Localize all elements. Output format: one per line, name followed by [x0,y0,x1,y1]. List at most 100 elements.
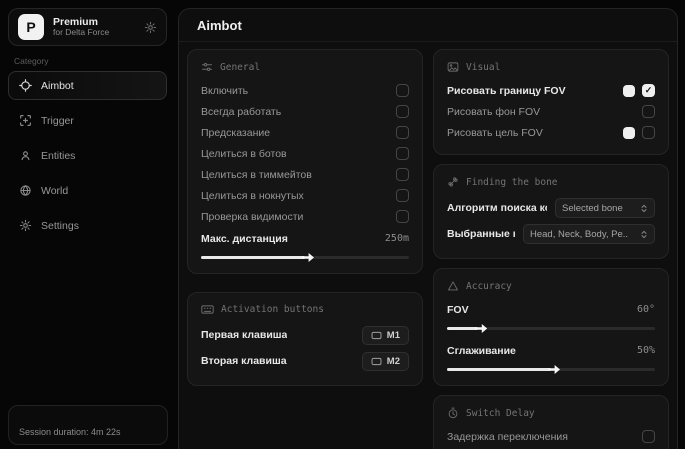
visual-row: Рисовать границу FOV [447,80,655,101]
panel-activation-buttons: Activation buttons Первая клавиша M1 Вто… [187,292,423,386]
keybind-row: Первая клавиша M1 [201,322,409,348]
visual-row: Рисовать цель FOV [447,122,655,143]
toggle-row: Проверка видимости [201,206,409,227]
toggle-label: Проверка видимости [201,211,303,223]
sidebar-item-settings[interactable]: Settings [8,211,167,240]
slider-track-area[interactable] [447,323,655,333]
select-value: Head, Neck, Body, Pe.. [530,229,628,240]
category-label: Category [14,56,161,66]
panel-switch-delay: Switch Delay Задержка переключения Задер… [433,395,669,449]
toggle-label: Целиться в ботов [201,148,287,160]
license-card: P Premium for Delta Force [8,8,167,46]
color-swatch[interactable] [623,127,635,139]
toggle-label: Всегда работать [201,106,281,118]
session-duration: Session duration: 4m 22s [8,405,168,445]
checkbox[interactable] [396,168,409,181]
toggle-label: Включить [201,85,248,97]
panel-title: General [220,62,260,73]
crosshair-icon [19,79,32,92]
slider-thumb[interactable] [302,253,314,262]
sidebar-item-world[interactable]: World [8,176,167,205]
toggle-row: Целиться в ботов [201,143,409,164]
panel-title: Accuracy [466,281,512,292]
toggle-row: Предсказание [201,122,409,143]
visual-label: Рисовать фон FOV [447,106,540,118]
bone-icon [447,176,459,188]
panel-general: General Включить Всегда работать Предска… [187,49,423,274]
panel-title: Switch Delay [466,408,535,419]
bone-algorithm-select[interactable]: Selected bone [555,198,655,218]
panel-accuracy: Accuracy FOV 60° Сглаживание [433,268,669,386]
image-icon [447,61,459,73]
checkbox[interactable] [396,189,409,202]
selected-bones-select[interactable]: Head, Neck, Body, Pe.. [523,224,655,244]
sidebar-item-entities[interactable]: Entities [8,141,167,170]
panel-title: Activation buttons [221,304,324,315]
keybind-value: M2 [387,356,400,367]
keyboard-icon [201,304,214,315]
panel-title: Visual [466,62,500,73]
panel-finding-bone: Finding the bone Алгоритм поиска костей … [433,164,669,259]
slider-track-area[interactable] [447,364,655,374]
toggle-row: Всегда работать [201,101,409,122]
trigger-icon [19,114,32,127]
keybind-button[interactable]: M2 [362,352,409,371]
bone-row: Алгоритм поиска костей Selected bone [447,195,655,221]
toggle-row: Целиться в тиммейтов [201,164,409,185]
slider-max-distance: Макс. дистанция 250m [201,228,409,262]
main-panel: Aimbot General Включить Всегда работать [178,8,678,449]
chevron-up-down-icon [640,204,648,213]
sidebar-item-aimbot[interactable]: Aimbot [8,71,167,100]
slider-track-area[interactable] [201,252,409,262]
mouse-key-icon [371,331,382,340]
gear-icon[interactable] [144,21,157,34]
sidebar-item-trigger[interactable]: Trigger [8,106,167,135]
visual-label: Рисовать границу FOV [447,85,566,97]
panel-visual: Visual Рисовать границу FOV Рисовать фон… [433,49,669,155]
sidebar-item-label: Entities [41,150,75,162]
keybind-button[interactable]: M1 [362,326,409,345]
toggle-label: Целиться в нокнутых [201,190,304,202]
sidebar-item-label: Settings [41,220,79,232]
sidebar-item-label: Aimbot [41,80,74,92]
entities-icon [19,149,32,162]
slider-thumb[interactable] [548,365,560,374]
triangle-icon [447,280,459,292]
slider-value: 50% [637,345,655,356]
checkbox[interactable] [396,147,409,160]
slider-label: FOV [447,304,469,316]
visual-label: Рисовать цель FOV [447,127,543,139]
sliders-icon [201,61,213,73]
checkbox[interactable] [396,126,409,139]
color-swatch[interactable] [623,85,635,97]
gear-icon [19,219,32,232]
slider-thumb[interactable] [475,324,487,333]
bone-label: Алгоритм поиска костей [447,202,547,214]
keybind-label: Вторая клавиша [201,355,287,367]
select-value: Selected bone [562,203,623,214]
slider-smoothing: Сглаживание 50% [447,340,655,374]
toggle-label: Предсказание [201,127,270,139]
page-title: Aimbot [179,9,677,42]
checkbox[interactable] [642,126,655,139]
checkbox[interactable] [396,84,409,97]
keybind-row: Вторая клавиша M2 [201,348,409,374]
checkbox[interactable] [396,210,409,223]
checkbox[interactable] [642,84,655,97]
stopwatch-icon [447,407,459,419]
checkbox[interactable] [642,430,655,443]
slider-label: Сглаживание [447,345,516,357]
app-logo: P [18,14,44,40]
sidebar-item-label: World [41,185,68,197]
bone-row: Выбранные кости Head, Neck, Body, Pe.. [447,221,655,247]
sidebar: P Premium for Delta Force Category Aimbo… [0,0,175,449]
keybind-label: Первая клавиша [201,329,287,341]
toggle-label: Целиться в тиммейтов [201,169,312,181]
license-subtitle: for Delta Force [53,28,135,38]
slider-value: 250m [385,233,409,244]
toggle-row: Задержка переключения [447,426,655,447]
checkbox[interactable] [642,105,655,118]
globe-icon [19,184,32,197]
panel-title: Finding the bone [466,177,558,188]
checkbox[interactable] [396,105,409,118]
